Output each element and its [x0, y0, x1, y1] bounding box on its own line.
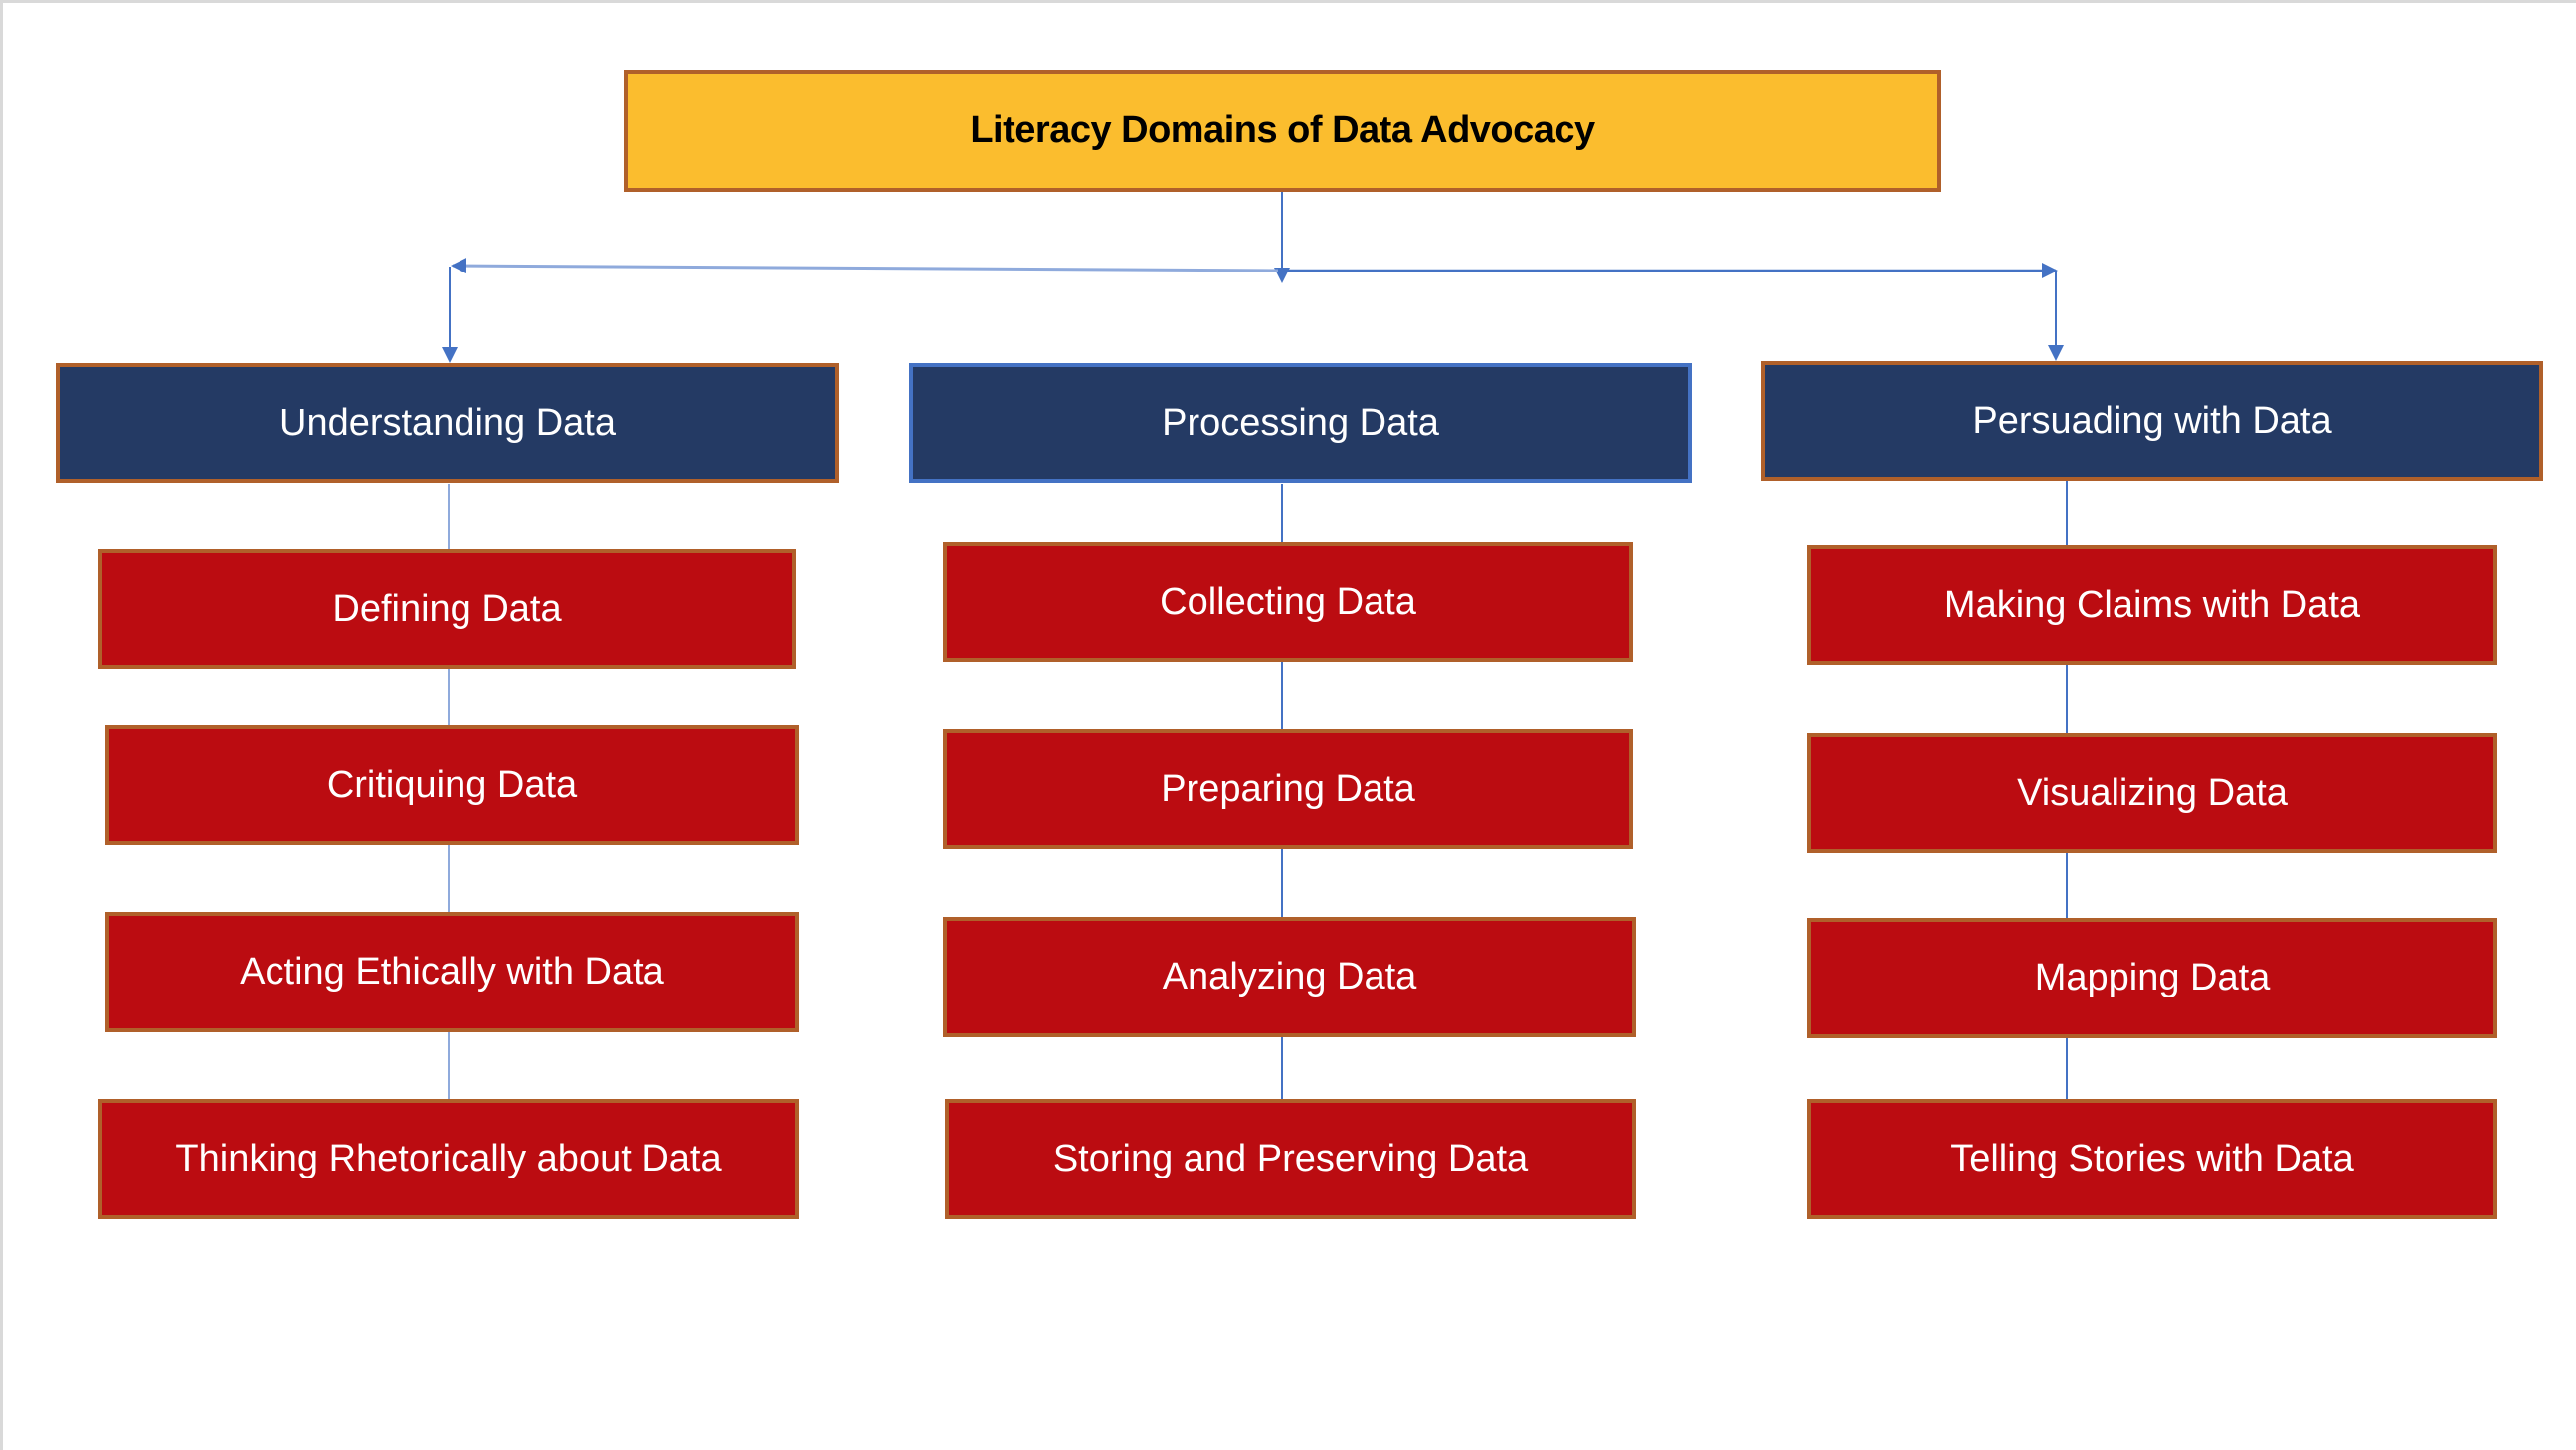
skill-collecting-data: Collecting Data — [943, 542, 1633, 662]
skill-label: Storing and Preserving Data — [1052, 1138, 1529, 1179]
skill-telling-stories-with-data: Telling Stories with Data — [1807, 1099, 2497, 1219]
skill-defining-data: Defining Data — [98, 549, 796, 669]
skill-label: Acting Ethically with Data — [240, 951, 664, 993]
skill-label: Collecting Data — [1160, 581, 1416, 623]
skill-storing-and-preserving-data: Storing and Preserving Data — [945, 1099, 1636, 1219]
skill-label: Defining Data — [332, 588, 562, 630]
skill-acting-ethically-with-data: Acting Ethically with Data — [105, 912, 799, 1032]
diagram-title: Literacy Domains of Data Advocacy — [970, 109, 1595, 151]
skill-thinking-rhetorically-about-data: Thinking Rhetorically about Data — [98, 1099, 799, 1219]
skill-critiquing-data: Critiquing Data — [105, 725, 799, 845]
skill-preparing-data: Preparing Data — [943, 729, 1633, 849]
skill-analyzing-data: Analyzing Data — [943, 917, 1636, 1037]
domain-label: Understanding Data — [279, 402, 616, 444]
skill-label: Preparing Data — [1161, 768, 1415, 810]
skill-label: Analyzing Data — [1162, 956, 1417, 997]
skill-label: Visualizing Data — [2017, 772, 2288, 814]
skill-label: Making Claims with Data — [1943, 584, 2361, 626]
skill-mapping-data: Mapping Data — [1807, 918, 2497, 1038]
skill-label: Thinking Rhetorically about Data — [175, 1138, 722, 1179]
domain-label: Processing Data — [1162, 402, 1439, 444]
domain-persuading-with-data: Persuading with Data — [1761, 361, 2543, 481]
skill-visualizing-data: Visualizing Data — [1807, 733, 2497, 853]
domain-processing-data: Processing Data — [909, 363, 1692, 483]
skill-label: Critiquing Data — [326, 764, 578, 806]
skill-label: Mapping Data — [2034, 957, 2271, 998]
skill-label: Telling Stories with Data — [1950, 1138, 2354, 1179]
connector-branch-left — [451, 258, 1279, 274]
skill-making-claims-with-data: Making Claims with Data — [1807, 545, 2497, 665]
diagram-title-box: Literacy Domains of Data Advocacy — [624, 70, 1941, 192]
domain-label: Persuading with Data — [1972, 400, 2332, 442]
domain-understanding-data: Understanding Data — [56, 363, 839, 483]
